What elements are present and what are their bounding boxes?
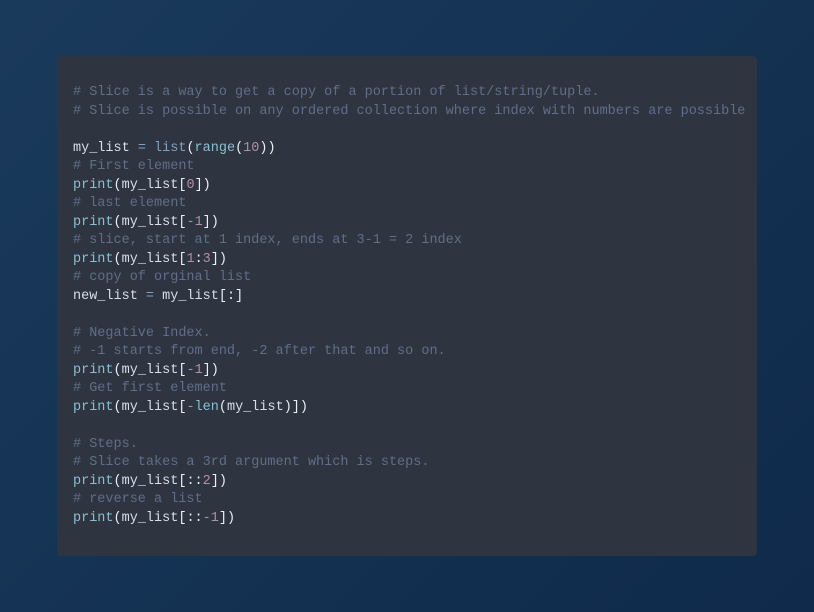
code-block: # Slice is a way to get a copy of a port… (57, 56, 757, 556)
code-content: # Slice is a way to get a copy of a port… (73, 84, 741, 528)
